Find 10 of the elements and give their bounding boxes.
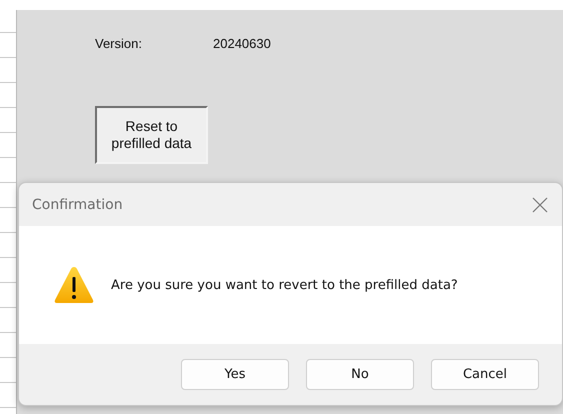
version-value: 20240630 xyxy=(213,36,271,51)
close-icon[interactable] xyxy=(530,194,550,214)
dialog-title: Confirmation xyxy=(32,196,123,212)
dialog-message: Are you sure you want to revert to the prefilled data? xyxy=(111,278,458,292)
dialog-button[interactable]: Yes xyxy=(181,359,289,390)
reset-button[interactable]: Reset to prefilled data xyxy=(95,106,208,164)
version-label: Version: xyxy=(95,36,143,51)
warning-icon xyxy=(53,264,95,306)
dialog-button[interactable]: No xyxy=(306,359,414,390)
dialog-button[interactable]: Cancel xyxy=(431,359,539,390)
